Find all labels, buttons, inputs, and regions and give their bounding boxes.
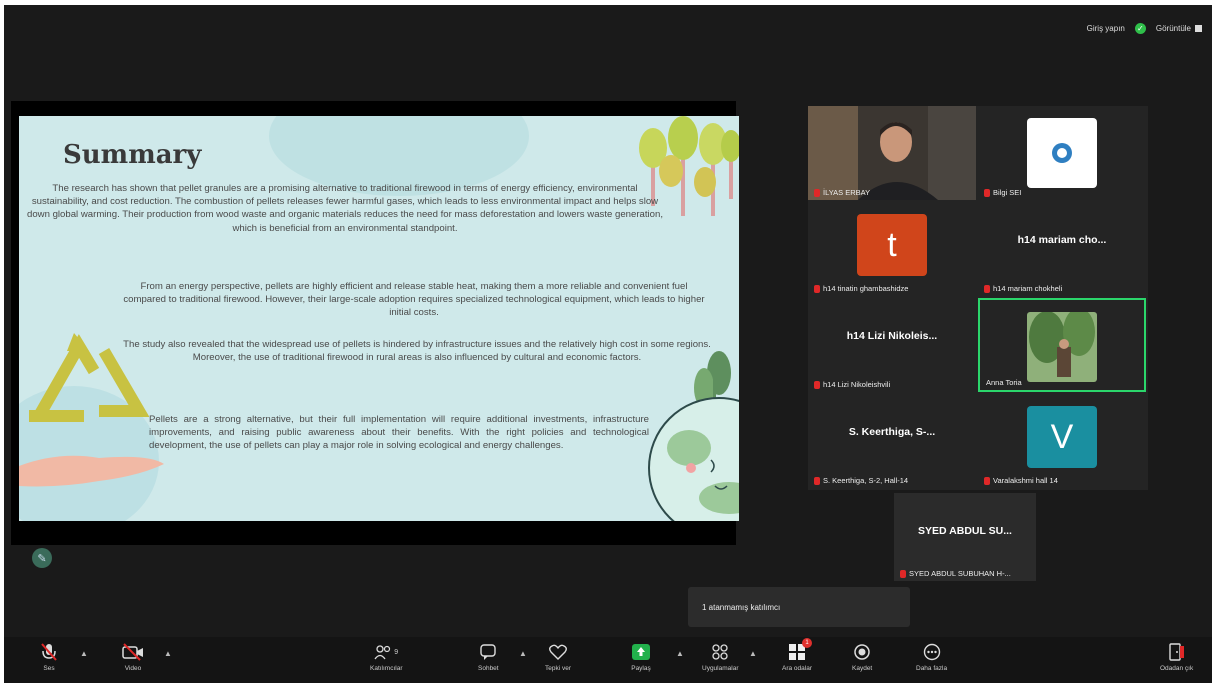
leave-room-icon xyxy=(1168,643,1184,661)
record-icon xyxy=(854,644,870,660)
avatar-photo xyxy=(1027,312,1097,382)
participant-name: Bilgi SEI xyxy=(984,188,1021,197)
login-link[interactable]: Giriş yapın xyxy=(1087,24,1125,33)
shared-screen: Summary The research has shown that pell… xyxy=(11,101,739,545)
react-button[interactable]: Tepki ver xyxy=(545,642,571,672)
top-bar: Giriş yapın ✓ Görüntüle xyxy=(1087,23,1202,34)
share-options-caret-icon[interactable]: ▲ xyxy=(676,649,684,658)
video-label: Video xyxy=(124,665,142,672)
meeting-window: Giriş yapın ✓ Görüntüle Summary The rese… xyxy=(4,5,1212,683)
mic-muted-icon xyxy=(984,284,990,293)
avatar: V xyxy=(1027,406,1097,468)
more-button[interactable]: Daha fazla xyxy=(916,642,947,672)
more-icon xyxy=(923,643,940,661)
audio-button[interactable]: Ses xyxy=(40,642,58,672)
audio-label: Ses xyxy=(43,665,55,672)
participant-name: h14 tinatin ghambashidze xyxy=(814,284,908,293)
breakout-label: Ara odalar xyxy=(782,665,812,672)
view-label: Görüntüle xyxy=(1155,24,1191,33)
video-button[interactable]: Video xyxy=(122,642,144,672)
participant-name: Varalakshmi hall 14 xyxy=(984,476,1058,485)
leave-label: Odadan çık xyxy=(1160,665,1194,672)
video-options-caret-icon[interactable]: ▲ xyxy=(164,649,172,658)
slide-title: Summary xyxy=(63,140,202,170)
hand-illustration xyxy=(19,455,164,487)
mic-muted-icon xyxy=(814,380,820,389)
slide-paragraph: The study also revealed that the widespr… xyxy=(123,339,711,364)
heart-icon xyxy=(549,644,567,660)
participants-count: 9 xyxy=(394,648,399,656)
organization-logo xyxy=(1027,118,1097,188)
participant-name: Anna Toria xyxy=(986,378,1022,387)
mic-muted-icon xyxy=(814,188,820,197)
unassigned-participants-notice[interactable]: 1 atanmamış katılımcı xyxy=(688,587,910,627)
view-button[interactable]: Görüntüle xyxy=(1156,24,1202,33)
apps-button[interactable]: Uygulamalar xyxy=(702,642,739,672)
leave-button[interactable]: Odadan çık xyxy=(1160,642,1193,672)
participant-tile[interactable]: h14 Lizi Nikoleis... h14 Lizi Nikoleishv… xyxy=(808,298,976,392)
participant-display-name: h14 Lizi Nikoleis... xyxy=(846,330,938,342)
video-off-icon xyxy=(122,643,143,661)
record-button[interactable]: Kaydet xyxy=(852,642,872,672)
react-label: Tepki ver xyxy=(545,665,572,672)
mic-muted-icon xyxy=(984,476,990,485)
participant-display-name: h14 mariam cho... xyxy=(1017,234,1107,246)
avatar: t xyxy=(857,214,927,276)
participant-tile-active-speaker[interactable]: Anna Toria xyxy=(978,298,1146,392)
breakout-badge: 1 xyxy=(802,638,812,648)
chat-label: Sohbet xyxy=(478,665,499,672)
apps-options-caret-icon[interactable]: ▲ xyxy=(749,649,757,658)
presentation-slide: Summary The research has shown that pell… xyxy=(19,116,739,521)
participant-tile[interactable]: S. Keerthiga, S-... S. Keerthiga, S-2, H… xyxy=(808,394,976,488)
mic-muted-icon xyxy=(814,476,820,485)
mic-muted-icon xyxy=(984,188,990,197)
participants-button[interactable]: 9 Katılımcılar xyxy=(370,642,403,672)
chat-icon xyxy=(480,644,496,660)
apps-icon xyxy=(712,644,728,660)
participants-icon xyxy=(374,645,391,660)
participant-tile[interactable]: t h14 tinatin ghambashidze xyxy=(808,202,976,296)
participant-tile[interactable]: V Varalakshmi hall 14 xyxy=(978,394,1146,488)
slide-paragraph: From an energy perspective, pellets are … xyxy=(123,281,705,319)
chat-options-caret-icon[interactable]: ▲ xyxy=(519,649,527,658)
security-shield-icon[interactable]: ✓ xyxy=(1134,23,1146,34)
share-screen-icon xyxy=(632,644,650,660)
participants-label: Katılımcılar xyxy=(370,665,403,672)
meeting-toolbar: Ses ▲ Video ▲ 9 Katılımcılar Sohbet ▲ Te… xyxy=(4,637,1212,683)
chat-button[interactable]: Sohbet xyxy=(478,642,499,672)
participant-name: S. Keerthiga, S-2, Hall-14 xyxy=(814,476,908,485)
mic-muted-icon xyxy=(41,643,57,661)
participant-tile[interactable]: SYED ABDUL SU... SYED ABDUL SUBUHAN H-..… xyxy=(894,493,1036,581)
apps-label: Uygulamalar xyxy=(702,665,739,672)
slide-paragraph: Pellets are a strong alternative, but th… xyxy=(149,414,649,452)
grid-view-icon xyxy=(1195,25,1202,32)
audio-options-caret-icon[interactable]: ▲ xyxy=(80,649,88,658)
participant-name: İLYAS ERBAY xyxy=(814,188,870,197)
participant-display-name: S. Keerthiga, S-... xyxy=(848,426,936,438)
more-label: Daha fazla xyxy=(916,665,948,672)
record-label: Kaydet xyxy=(852,665,873,672)
participant-name: h14 mariam chokheli xyxy=(984,284,1062,293)
participant-name: h14 Lizi Nikoleishvili xyxy=(814,380,890,389)
participant-tile[interactable]: İLYAS ERBAY xyxy=(808,106,976,200)
participant-tile[interactable]: Bilgi SEI xyxy=(978,106,1146,200)
participant-name: SYED ABDUL SUBUHAN H-... xyxy=(900,569,1011,578)
annotate-icon[interactable]: ✎ xyxy=(32,548,52,568)
gallery-view: İLYAS ERBAY Bilgi SEI t h14 tinatin gham… xyxy=(808,106,1148,490)
camera-feed xyxy=(808,106,976,200)
breakout-rooms-button[interactable]: 1 Ara odalar xyxy=(782,638,812,672)
share-button[interactable]: Paylaş xyxy=(631,642,651,672)
participant-display-name: SYED ABDUL SU... xyxy=(918,525,1012,537)
mic-muted-icon xyxy=(814,284,820,293)
slide-paragraph: The research has shown that pellet granu… xyxy=(26,183,664,234)
mic-muted-icon xyxy=(900,569,906,578)
share-label: Paylaş xyxy=(631,665,651,672)
participant-tile[interactable]: h14 mariam cho... h14 mariam chokheli xyxy=(978,202,1146,296)
